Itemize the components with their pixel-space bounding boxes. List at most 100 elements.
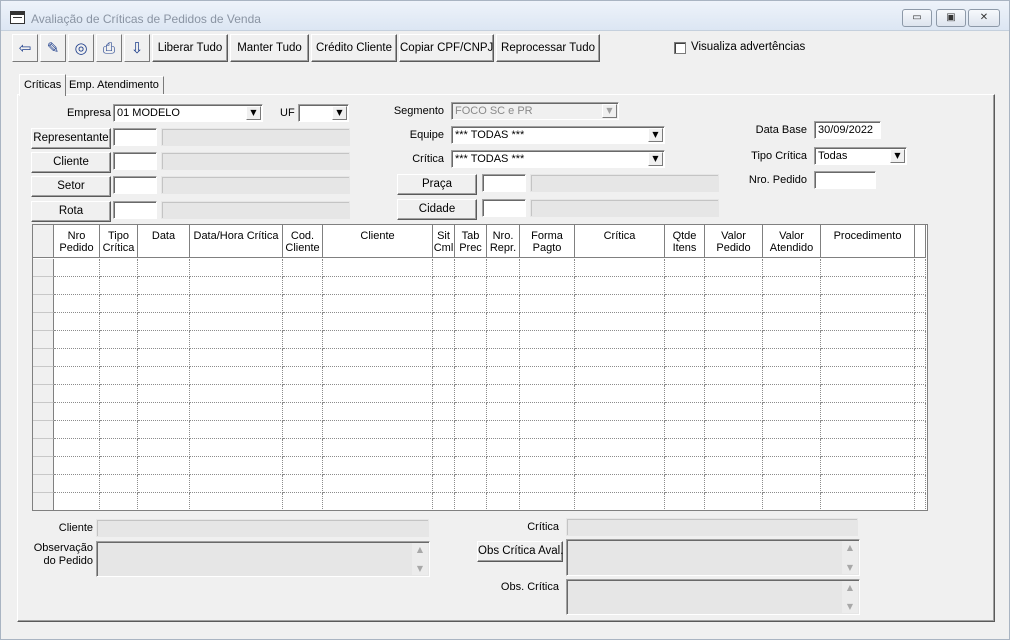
table-cell[interactable]: [763, 259, 821, 277]
table-cell[interactable]: [283, 403, 323, 421]
manter-tudo-button[interactable]: Manter Tudo: [230, 34, 309, 62]
critica-select[interactable]: *** TODAS *** ▼: [451, 150, 665, 168]
table-cell[interactable]: [915, 385, 926, 403]
table-cell[interactable]: [575, 403, 665, 421]
table-cell[interactable]: [323, 457, 433, 475]
table-cell[interactable]: [705, 367, 763, 385]
table-cell[interactable]: [138, 385, 190, 403]
table-row[interactable]: [33, 475, 927, 493]
table-cell[interactable]: [100, 367, 138, 385]
close-button[interactable]: ✕: [968, 9, 1000, 27]
table-row[interactable]: [33, 493, 927, 510]
table-cell[interactable]: [705, 475, 763, 493]
table-cell[interactable]: [283, 457, 323, 475]
table-cell[interactable]: [100, 403, 138, 421]
table-cell[interactable]: [190, 403, 283, 421]
table-cell[interactable]: [323, 295, 433, 313]
visualiza-advertencias-checkbox[interactable]: [674, 42, 686, 54]
table-cell[interactable]: [323, 475, 433, 493]
table-cell[interactable]: [575, 475, 665, 493]
memo-scrollbar[interactable]: ▲ ▼: [842, 581, 858, 613]
table-cell[interactable]: [575, 331, 665, 349]
chevron-down-icon[interactable]: ▼: [648, 128, 663, 142]
obs-critica-aval-button[interactable]: Obs Crítica Aval.: [477, 541, 563, 562]
credito-cliente-button[interactable]: Crédito Cliente: [311, 34, 397, 62]
table-cell[interactable]: [915, 259, 926, 277]
table-row[interactable]: [33, 277, 927, 295]
table-cell[interactable]: [190, 313, 283, 331]
table-cell[interactable]: [190, 331, 283, 349]
column-header-data-hora-critica[interactable]: Data/Hora Crítica: [190, 225, 283, 258]
table-cell[interactable]: [821, 331, 915, 349]
table-cell[interactable]: [665, 259, 705, 277]
representante-button[interactable]: Representante: [31, 128, 111, 149]
table-cell[interactable]: [138, 259, 190, 277]
table-cell[interactable]: [915, 457, 926, 475]
table-cell[interactable]: [138, 475, 190, 493]
table-cell[interactable]: [455, 457, 487, 475]
table-cell[interactable]: [487, 475, 520, 493]
tab-criticas[interactable]: Críticas: [19, 74, 67, 96]
table-cell[interactable]: [575, 259, 665, 277]
table-row[interactable]: [33, 367, 927, 385]
table-cell[interactable]: [821, 295, 915, 313]
uf-select[interactable]: ▼: [298, 104, 349, 122]
cliente-code-input[interactable]: [113, 152, 157, 170]
table-cell[interactable]: [487, 331, 520, 349]
table-cell[interactable]: [54, 277, 100, 295]
liberar-tudo-button[interactable]: Liberar Tudo: [152, 34, 228, 62]
table-cell[interactable]: [283, 385, 323, 403]
table-cell[interactable]: [520, 475, 575, 493]
row-selector[interactable]: [33, 367, 54, 385]
table-cell[interactable]: [323, 385, 433, 403]
table-cell[interactable]: [100, 349, 138, 367]
observacao-pedido-memo[interactable]: ▲ ▼: [96, 541, 430, 577]
table-cell[interactable]: [323, 439, 433, 457]
praca-button[interactable]: Praça: [397, 174, 477, 195]
table-cell[interactable]: [283, 277, 323, 295]
table-cell[interactable]: [665, 331, 705, 349]
table-cell[interactable]: [821, 439, 915, 457]
table-cell[interactable]: [520, 331, 575, 349]
table-cell[interactable]: [455, 259, 487, 277]
empresa-select[interactable]: 01 MODELO ▼: [113, 104, 263, 122]
table-cell[interactable]: [487, 313, 520, 331]
table-cell[interactable]: [520, 439, 575, 457]
table-cell[interactable]: [100, 295, 138, 313]
column-header-valor-pedido[interactable]: Valor Pedido: [705, 225, 763, 258]
table-cell[interactable]: [487, 403, 520, 421]
table-cell[interactable]: [54, 385, 100, 403]
table-cell[interactable]: [54, 421, 100, 439]
table-cell[interactable]: [433, 475, 455, 493]
table-cell[interactable]: [138, 493, 190, 510]
table-cell[interactable]: [433, 349, 455, 367]
table-row[interactable]: [33, 313, 927, 331]
table-cell[interactable]: [54, 439, 100, 457]
table-cell[interactable]: [763, 439, 821, 457]
table-cell[interactable]: [433, 385, 455, 403]
column-header-forma-pagto[interactable]: Forma Pagto: [520, 225, 575, 258]
table-cell[interactable]: [915, 403, 926, 421]
row-selector[interactable]: [33, 475, 54, 493]
table-cell[interactable]: [520, 385, 575, 403]
table-cell[interactable]: [138, 421, 190, 439]
table-cell[interactable]: [54, 295, 100, 313]
table-cell[interactable]: [323, 367, 433, 385]
table-cell[interactable]: [433, 295, 455, 313]
table-cell[interactable]: [487, 439, 520, 457]
cliente-filter-button[interactable]: Cliente: [31, 152, 111, 173]
column-header-critica[interactable]: Crítica: [575, 225, 665, 258]
printer-icon[interactable]: ⎙: [96, 34, 122, 62]
table-cell[interactable]: [100, 457, 138, 475]
table-cell[interactable]: [283, 421, 323, 439]
table-cell[interactable]: [283, 475, 323, 493]
table-cell[interactable]: [433, 313, 455, 331]
table-cell[interactable]: [665, 349, 705, 367]
table-cell[interactable]: [487, 385, 520, 403]
table-cell[interactable]: [283, 313, 323, 331]
scroll-down-icon[interactable]: ▼: [412, 564, 428, 573]
memo-scrollbar[interactable]: ▲ ▼: [412, 543, 428, 575]
table-cell[interactable]: [575, 439, 665, 457]
column-header-cod-cliente[interactable]: Cod. Cliente: [283, 225, 323, 258]
table-cell[interactable]: [763, 403, 821, 421]
